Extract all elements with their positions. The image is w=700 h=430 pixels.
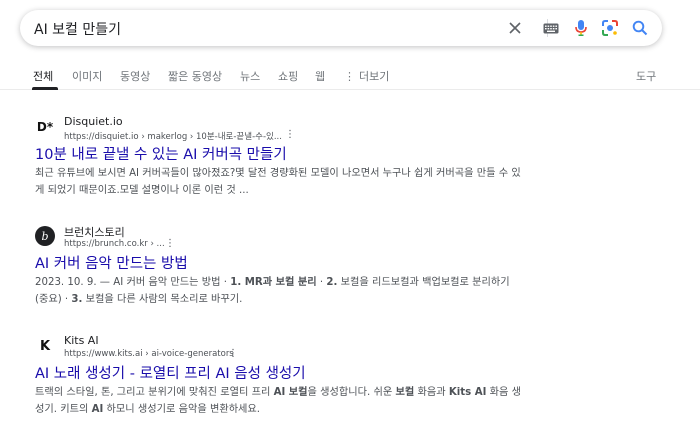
- snippet-highlight: 2.: [326, 277, 338, 288]
- snippet-date: 2023. 10. 9. —: [35, 277, 110, 288]
- tab-news[interactable]: 뉴스: [240, 68, 260, 84]
- result-title[interactable]: 10분 내로 끝낼 수 있는 AI 커버곡 만들기: [35, 143, 287, 164]
- search-result: b 브런치스토리 https://brunch.co.kr › ... ⋮ AI…: [35, 224, 535, 309]
- tab-images[interactable]: 이미지: [72, 68, 102, 84]
- search-icon[interactable]: [630, 18, 650, 38]
- search-result: K Kits AI https://www.kits.ai › ai-voice…: [35, 334, 535, 419]
- search-bar[interactable]: AI 보컬 만들기: [20, 10, 662, 46]
- tab-web[interactable]: 웹: [315, 68, 325, 84]
- more-options-icon[interactable]: ⋮: [165, 238, 175, 249]
- snippet-text: 을 생성합니다. 쉬운: [307, 387, 396, 398]
- site-favicon: D*: [35, 117, 55, 137]
- close-icon[interactable]: [505, 18, 525, 38]
- tab-more-label: 더보기: [359, 70, 390, 83]
- snippet-text: 보컬을 다른 사람의 목소리로 바꾸기.: [82, 294, 243, 305]
- result-snippet: 트랙의 스타일, 톤, 그리고 분위기에 맞춰진 로열티 프리 AI 보컬을 생…: [35, 384, 525, 418]
- snippet-text: 트랙의 스타일, 톤, 그리고 분위기에 맞춰진 로열티 프리: [35, 387, 274, 398]
- tab-short-videos[interactable]: 짧은 동영상: [168, 68, 222, 84]
- site-name[interactable]: 브런치스토리: [64, 224, 125, 240]
- snippet-body: 트랙의 스타일, 톤, 그리고 분위기에 맞춰진 로열티 프리 AI 보컬을 생…: [35, 387, 521, 415]
- tab-videos[interactable]: 동영상: [120, 68, 150, 84]
- result-title[interactable]: AI 커버 음악 만드는 방법: [35, 252, 188, 273]
- site-url[interactable]: https://disquiet.io › makerlog › 10분-내로-…: [64, 130, 282, 142]
- site-favicon: K: [35, 336, 55, 356]
- site-name[interactable]: Kits AI: [64, 334, 99, 347]
- keyboard-icon[interactable]: [541, 18, 561, 38]
- snippet-highlight: AI: [91, 404, 104, 415]
- snippet-highlight: AI 보컬: [273, 387, 308, 398]
- tab-all[interactable]: 전체: [33, 68, 53, 84]
- snippet-highlight: 보컬: [395, 387, 415, 398]
- more-vert-icon: ⋮: [344, 70, 355, 83]
- result-snippet: 최근 유튜브에 보시면 AI 커버곡들이 많아졌죠?몇 달전 경량화된 모델이 …: [35, 168, 521, 196]
- favicon-text: K: [39, 338, 51, 354]
- site-favicon: b: [35, 226, 55, 246]
- site-url[interactable]: https://www.kits.ai › ai-voice-generator…: [64, 349, 234, 359]
- favicon-text: b: [41, 229, 49, 243]
- microphone-icon[interactable]: [571, 18, 591, 38]
- snippet-highlight: Kits AI: [448, 387, 487, 398]
- snippet-highlight: 3.: [71, 294, 83, 305]
- snippet-highlight: 1. MR과 보컬 분리: [230, 277, 317, 288]
- result-snippet: 2023. 10. 9. — AI 커버 음악 만드는 방법 · 1. MR과 …: [35, 274, 525, 308]
- tab-shopping[interactable]: 쇼핑: [278, 68, 298, 84]
- favicon-text: D*: [36, 120, 54, 134]
- more-options-icon[interactable]: ⋮: [285, 129, 295, 140]
- search-tabs: 전체 이미지 동영상 짧은 동영상 뉴스 쇼핑 웹 ⋮ 더보기 도구: [0, 60, 700, 90]
- tools-button[interactable]: 도구: [636, 68, 656, 84]
- search-input[interactable]: AI 보컬 만들기: [34, 19, 121, 39]
- snippet-text: AI 커버 음악 만드는 방법 ·: [110, 277, 231, 288]
- snippet-text: 화음과: [414, 387, 449, 398]
- snippet-text: 하모니 생성기로 음악을 변환하세요.: [103, 404, 261, 415]
- site-name[interactable]: Disquiet.io: [64, 115, 123, 128]
- camera-lens-icon[interactable]: [600, 18, 620, 38]
- search-result: D* Disquiet.io https://disquiet.io › mak…: [35, 115, 535, 200]
- result-title[interactable]: AI 노래 생성기 - 로열티 프리 AI 음성 생성기: [35, 362, 306, 383]
- active-tab-indicator: [32, 87, 58, 90]
- tab-more[interactable]: ⋮ 더보기: [344, 68, 389, 84]
- snippet-text: ·: [316, 277, 327, 288]
- site-url[interactable]: https://brunch.co.kr › ...: [64, 239, 165, 249]
- more-options-icon[interactable]: ⋮: [228, 348, 238, 359]
